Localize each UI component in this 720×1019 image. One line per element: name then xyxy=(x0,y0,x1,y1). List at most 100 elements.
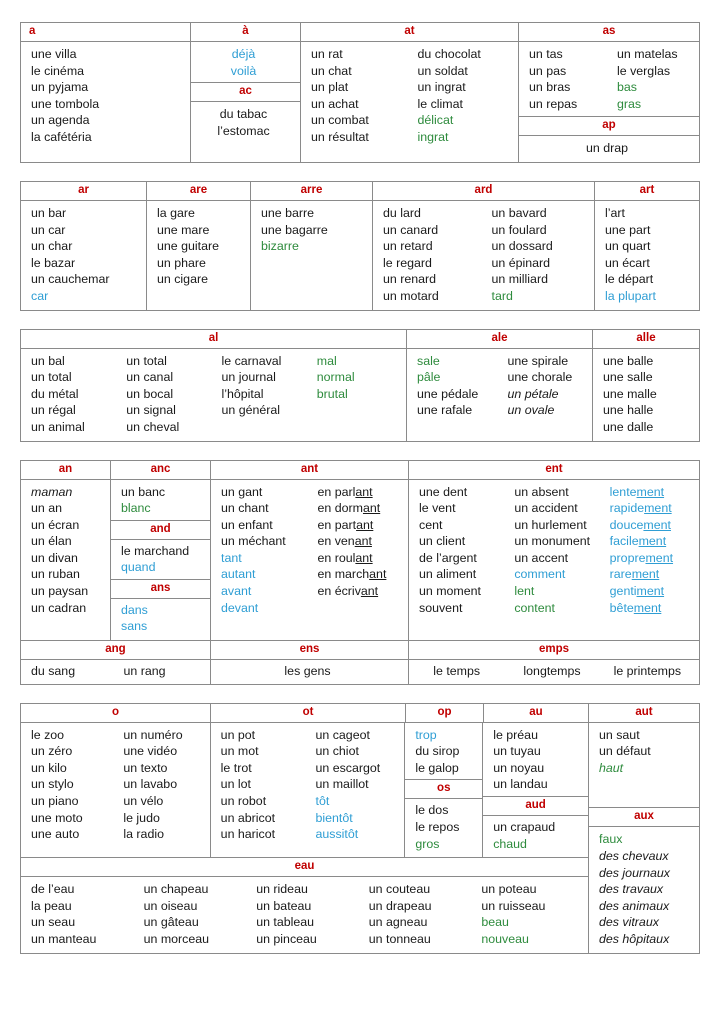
word-subcolumn-o-2: un numéro une vidéo un texto un lavabo u… xyxy=(113,727,205,843)
column-header-arre: arre xyxy=(251,181,373,200)
word-item: un stylo xyxy=(31,777,74,792)
word-item: longtemps xyxy=(523,664,581,679)
word-item: un mot xyxy=(220,744,259,759)
word-item: en écrivant xyxy=(317,584,379,599)
word-item: un phare xyxy=(157,255,206,270)
word-column-ar: un bar un car un char le bazar un cauche… xyxy=(21,200,147,310)
word-item: un ruisseau xyxy=(481,898,546,913)
word-item: lentement xyxy=(609,484,665,499)
word-item: une halle xyxy=(603,403,654,418)
word-item: un épinard xyxy=(491,255,551,270)
word-item: un motard xyxy=(383,288,439,303)
word-item: gentiment xyxy=(609,584,665,599)
word-item: en parlant xyxy=(317,484,373,499)
word-list-ac: du tabac l’estomac xyxy=(191,106,296,139)
word-list-ant-2: en parlant en dormant en partant en vena… xyxy=(308,484,405,600)
word-item: un couteau xyxy=(368,882,431,897)
word-item: rarement xyxy=(609,567,660,582)
word-column-art: l’art une part un quart un écart le dépa… xyxy=(595,201,699,310)
word-item: un abricot xyxy=(220,810,276,825)
word-item: un ovale xyxy=(507,403,555,418)
column-header-a: a xyxy=(21,23,191,41)
word-subcolumn-at-1: un rat un chat un plat un achat un comba… xyxy=(301,46,408,146)
column-header-au: au xyxy=(484,703,589,722)
word-subcolumn-as-1: un tas un pas un bras un repas xyxy=(519,46,607,112)
word-item: un piano xyxy=(31,794,79,809)
word-column-anc: un banc blanc and le marchand quand ans xyxy=(111,479,211,641)
word-item: voilà xyxy=(230,63,257,78)
word-item: un achat xyxy=(311,96,359,111)
word-item: une part xyxy=(605,222,651,237)
word-subcolumn-ent-2: un absent un accident un hurlement un mo… xyxy=(504,484,599,617)
word-item: une malle xyxy=(603,386,657,401)
column-header-are: are xyxy=(147,181,251,200)
word-column-ard: du lard un canard un retard le regard un… xyxy=(373,200,595,310)
word-list-as-1: un tas un pas un bras un repas xyxy=(519,46,607,112)
word-item: aussitôt xyxy=(315,827,359,842)
word-item: des hôpitaux xyxy=(599,932,670,946)
word-item: bêtement xyxy=(609,600,662,615)
word-item: le départ xyxy=(605,272,654,287)
column-header-at: at xyxy=(301,23,519,41)
word-item: nouveau xyxy=(481,932,529,946)
word-subcolumn-eau-3: un rideau un bateau un tableau un pincea… xyxy=(246,881,359,947)
word-item: un milliard xyxy=(491,272,548,287)
word-item: un paysan xyxy=(31,584,89,599)
word-item: un dossard xyxy=(491,239,553,254)
word-item: un rideau xyxy=(256,882,308,897)
column-header-aux: aux xyxy=(589,807,699,828)
word-item: le climat xyxy=(417,96,463,111)
word-item: un bal xyxy=(31,353,65,368)
word-item: un rang xyxy=(123,664,166,679)
word-item: un agneau xyxy=(368,915,428,930)
word-item: un robot xyxy=(220,794,267,809)
word-item: un enfant xyxy=(221,517,273,532)
word-item: sale xyxy=(417,353,440,368)
word-item: en partant xyxy=(317,517,374,532)
word-item: un hurlement xyxy=(514,517,587,532)
word-item: un pas xyxy=(529,63,567,78)
word-item: un écran xyxy=(31,517,80,532)
word-item: tôt xyxy=(315,794,330,809)
word-item: un an xyxy=(31,501,63,516)
word-item: le cinéma xyxy=(31,63,85,78)
word-subcolumn-emps-2: longtemps xyxy=(504,663,599,680)
word-item: quand xyxy=(121,560,156,575)
word-column-emps: le temps longtemps le printemps xyxy=(409,660,699,684)
word-item: une guitare xyxy=(157,239,220,254)
column-header-ard: ard xyxy=(373,181,595,200)
word-item: maman xyxy=(31,484,73,499)
word-item: le bazar xyxy=(31,255,76,270)
word-item: un bar xyxy=(31,205,67,220)
word-list-ot-1: un pot un mot le trot un lot un robot un… xyxy=(211,727,306,843)
word-item: un cheval xyxy=(126,419,180,434)
word-item: un crapaud xyxy=(493,820,556,835)
word-item: l’art xyxy=(605,205,625,220)
body-row: maman un an un écran un élan un divan un… xyxy=(21,478,699,641)
word-column-eau: de l’eau la peau un seau un manteau un c… xyxy=(21,877,588,952)
word-item: un client xyxy=(419,534,466,549)
word-item: un foulard xyxy=(491,222,547,237)
word-list-emps-1: le temps xyxy=(409,663,504,680)
word-item: un morceau xyxy=(143,932,210,946)
word-item: bientôt xyxy=(315,810,353,825)
word-item: un tas xyxy=(529,47,563,61)
word-item: un bras xyxy=(529,80,571,95)
word-list-as-2: un matelas le verglas bas gras xyxy=(607,46,695,112)
column-header-alle: alle xyxy=(636,331,656,344)
word-list-ant-1: un gant un chant un enfant un méchant ta… xyxy=(211,484,308,617)
word-item: un accident xyxy=(514,501,578,516)
word-item: un pyjama xyxy=(31,80,89,95)
column-header-ap: ap xyxy=(519,116,699,137)
word-item: un kilo xyxy=(31,760,67,775)
word-column-at: un rat un chat un plat un achat un comba… xyxy=(301,42,519,162)
word-item: un absent xyxy=(514,484,569,499)
word-list-eau-2: un chapeau un oiseau un gâteau un morcea… xyxy=(134,881,247,947)
word-item: un texto xyxy=(123,760,168,775)
word-list-ent-1: une dent le vent cent un client de l’arg… xyxy=(409,484,504,617)
word-list-aut: un saut un défaut haut xyxy=(589,727,695,777)
word-list-at-1: un rat un chat un plat un achat un comba… xyxy=(301,46,408,146)
word-item: tant xyxy=(221,550,242,565)
word-item: des vitraux xyxy=(599,915,659,930)
word-list-ap: un drap xyxy=(519,140,695,157)
